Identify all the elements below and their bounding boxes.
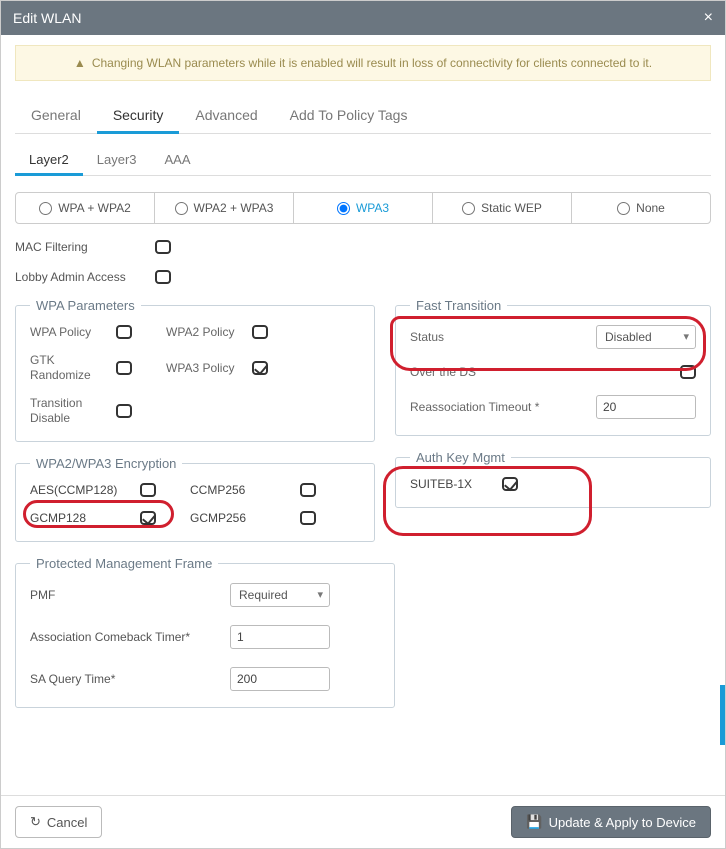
save-icon: 💾 — [526, 814, 542, 830]
aes-ccmp128-label: AES(CCMP128) — [30, 483, 130, 497]
assoc-comeback-label: Association Comeback Timer* — [30, 630, 230, 644]
mode-wpa3-radio[interactable] — [337, 202, 350, 215]
suiteb-1x-label: SUITEB-1X — [410, 477, 472, 491]
dialog-footer: ↻ Cancel 💾 Update & Apply to Device — [1, 795, 725, 848]
tab-general[interactable]: General — [15, 99, 97, 133]
gtk-randomize-checkbox[interactable] — [116, 361, 132, 375]
cancel-button[interactable]: ↻ Cancel — [15, 806, 102, 838]
wpa3-policy-label: WPA3 Policy — [166, 361, 242, 375]
tab-advanced[interactable]: Advanced — [179, 99, 273, 133]
dialog-titlebar: Edit WLAN × — [1, 1, 725, 35]
fast-transition-legend: Fast Transition — [410, 298, 507, 313]
lobby-admin-row: Lobby Admin Access — [15, 270, 711, 284]
tab-security[interactable]: Security — [97, 99, 180, 134]
mode-wpa2-wpa3-radio[interactable] — [175, 202, 188, 215]
wpa2-policy-label: WPA2 Policy — [166, 325, 242, 339]
lobby-admin-label: Lobby Admin Access — [15, 270, 155, 284]
apply-label: Update & Apply to Device — [549, 815, 696, 830]
mode-none-radio[interactable] — [617, 202, 630, 215]
mode-none[interactable]: None — [572, 193, 710, 223]
dialog-content: ▲ Changing WLAN parameters while it is en… — [1, 35, 725, 795]
ft-status-label: Status — [410, 330, 444, 344]
warning-banner: ▲ Changing WLAN parameters while it is en… — [15, 45, 711, 81]
warning-icon: ▲ — [74, 56, 86, 70]
tab-policy-tags[interactable]: Add To Policy Tags — [274, 99, 424, 133]
gcmp128-label: GCMP128 — [30, 511, 130, 525]
dialog-title: Edit WLAN — [13, 10, 81, 26]
encryption-fieldset: WPA2/WPA3 Encryption AES(CCMP128) CCMP25… — [15, 456, 375, 542]
security-mode-row: WPA + WPA2 WPA2 + WPA3 WPA3 Static WEP N… — [15, 192, 711, 224]
close-icon[interactable]: × — [704, 9, 713, 27]
aes-ccmp128-checkbox[interactable] — [140, 483, 156, 497]
wpa-policy-label: WPA Policy — [30, 325, 106, 339]
wpa-parameters-fieldset: WPA Parameters WPA Policy WPA2 Policy GT… — [15, 298, 375, 442]
wpa2-policy-checkbox[interactable] — [252, 325, 268, 339]
over-ds-checkbox[interactable] — [680, 365, 696, 379]
gcmp128-checkbox[interactable] — [140, 511, 156, 525]
reassoc-timeout-label: Reassociation Timeout * — [410, 400, 539, 414]
subtab-layer3[interactable]: Layer3 — [83, 146, 151, 175]
mac-filtering-label: MAC Filtering — [15, 240, 155, 254]
mode-wpa-wpa2-radio[interactable] — [39, 202, 52, 215]
edit-wlan-dialog: Edit WLAN × ▲ Changing WLAN parameters wh… — [0, 0, 726, 849]
transition-disable-label: Transition Disable — [30, 396, 106, 425]
mac-filtering-checkbox[interactable] — [155, 240, 171, 254]
subtab-layer2[interactable]: Layer2 — [15, 146, 83, 176]
mode-wpa2-wpa3[interactable]: WPA2 + WPA3 — [155, 193, 294, 223]
main-tabs: General Security Advanced Add To Policy … — [15, 99, 711, 134]
scrollbar-accent — [720, 685, 725, 745]
gcmp256-label: GCMP256 — [190, 511, 290, 525]
cancel-label: Cancel — [47, 815, 87, 830]
assoc-comeback-input[interactable] — [230, 625, 330, 649]
fast-transition-fieldset: Fast Transition Status Disabled Over the… — [395, 298, 711, 436]
pmf-label: PMF — [30, 588, 230, 602]
suiteb-1x-checkbox[interactable] — [502, 477, 518, 491]
wpa3-policy-checkbox[interactable] — [252, 361, 268, 375]
mode-wpa3[interactable]: WPA3 — [294, 193, 433, 223]
sa-query-label: SA Query Time* — [30, 672, 230, 686]
transition-disable-checkbox[interactable] — [116, 404, 132, 418]
pmf-fieldset: Protected Management Frame PMF Required … — [15, 556, 395, 708]
subtab-aaa[interactable]: AAA — [151, 146, 205, 175]
gcmp256-checkbox[interactable] — [300, 511, 316, 525]
over-ds-label: Over the DS — [410, 365, 476, 379]
wpa-policy-checkbox[interactable] — [116, 325, 132, 339]
auth-key-mgmt-fieldset: Auth Key Mgmt SUITEB-1X — [395, 450, 711, 508]
mode-wpa-wpa2[interactable]: WPA + WPA2 — [16, 193, 155, 223]
warning-text: Changing WLAN parameters while it is ena… — [92, 56, 652, 70]
mode-static-wep-radio[interactable] — [462, 202, 475, 215]
security-subtabs: Layer2 Layer3 AAA — [15, 146, 711, 176]
ccmp256-checkbox[interactable] — [300, 483, 316, 497]
pmf-select[interactable]: Required — [230, 583, 330, 607]
ccmp256-label: CCMP256 — [190, 483, 290, 497]
apply-button[interactable]: 💾 Update & Apply to Device — [511, 806, 711, 838]
encryption-legend: WPA2/WPA3 Encryption — [30, 456, 182, 471]
reassoc-timeout-input[interactable] — [596, 395, 696, 419]
ft-status-select[interactable]: Disabled — [596, 325, 696, 349]
mac-filtering-row: MAC Filtering — [15, 240, 711, 254]
mode-static-wep[interactable]: Static WEP — [433, 193, 572, 223]
pmf-legend: Protected Management Frame — [30, 556, 218, 571]
sa-query-input[interactable] — [230, 667, 330, 691]
undo-icon: ↻ — [30, 814, 41, 830]
lobby-admin-checkbox[interactable] — [155, 270, 171, 284]
auth-key-mgmt-legend: Auth Key Mgmt — [410, 450, 511, 465]
wpa-parameters-legend: WPA Parameters — [30, 298, 141, 313]
gtk-randomize-label: GTK Randomize — [30, 353, 106, 382]
